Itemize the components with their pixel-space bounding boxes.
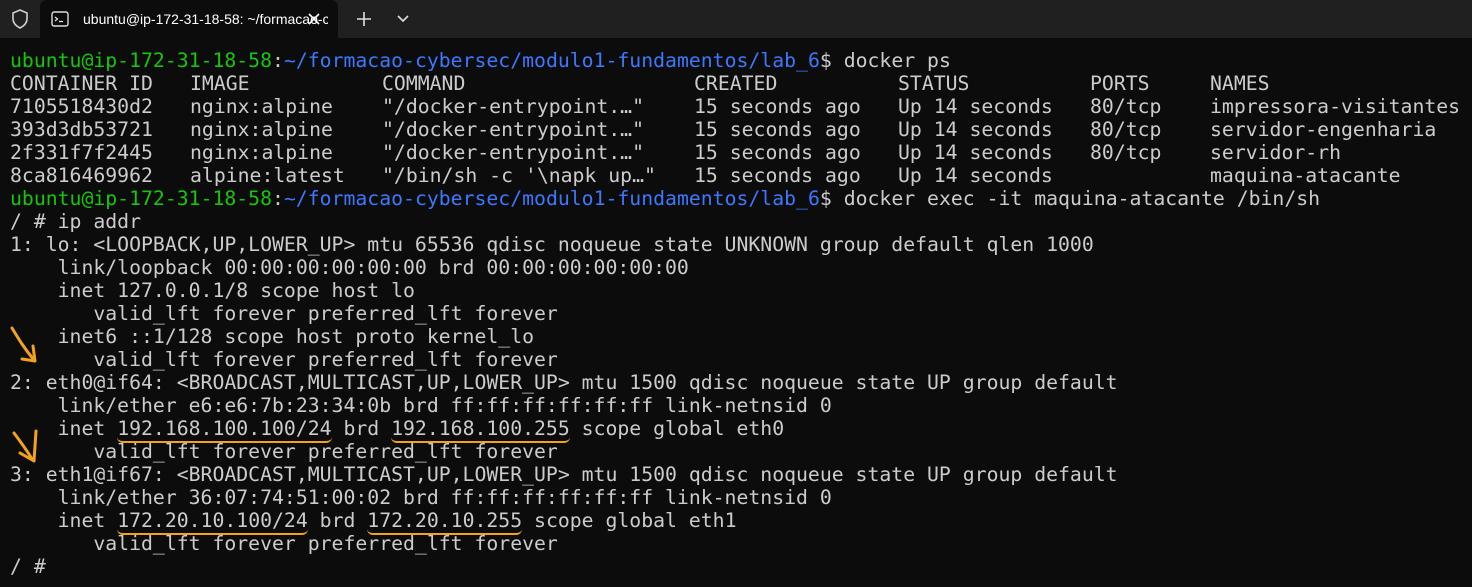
command-text: docker exec -it maquina-atacante /bin/sh (843, 187, 1321, 210)
shell-command: / # ip addr (10, 210, 142, 233)
iface-eth0-inet: inet 192.168.100.100/24 brd 192.168.100.… (10, 417, 1472, 443)
terminal-tab[interactable]: ubuntu@ip-172-31-18-58: ~/formacao-cyber… (40, 0, 338, 38)
iface-eth1-valid: valid_lft forever preferred_lft forever (10, 532, 558, 555)
iface-eth1-link: link/ether 36:07:74:51:00:02 brd ff:ff:f… (10, 486, 832, 509)
iface-eth1-header: 3: eth1@if67: <BROADCAST,MULTICAST,UP,LO… (10, 463, 1118, 486)
shield-icon[interactable] (9, 8, 31, 30)
iface-eth0-link: link/ether e6:e6:7b:23:34:0b brd ff:ff:f… (10, 394, 832, 417)
iface-lo-inet6: inet6 ::1/128 scope host proto kernel_lo (10, 325, 535, 348)
prompt-path: ~/formacao-cybersec/modulo1-fundamentos/… (283, 187, 820, 210)
iface-eth1-inet: inet 172.20.10.100/24 brd 172.20.10.255 … (10, 509, 1472, 535)
chevron-down-icon (397, 15, 409, 23)
prompt-line: ubuntu@ip-172-31-18-58:~/formacao-cybers… (10, 187, 1321, 210)
iface-lo-valid: valid_lft forever preferred_lft forever (10, 302, 558, 325)
close-icon[interactable] (305, 10, 323, 28)
tab-dropdown-button[interactable] (394, 9, 412, 29)
annotation-arrow-icon (12, 429, 38, 463)
iface-lo-inet: inet 127.0.0.1/8 scope host lo (10, 279, 415, 302)
new-tab-button[interactable] (354, 9, 374, 29)
tab-bar: ubuntu@ip-172-31-18-58: ~/formacao-cyber… (0, 0, 1472, 38)
iface-eth0-header: 2: eth0@if64: <BROADCAST,MULTICAST,UP,LO… (10, 371, 1118, 394)
tab-title: ubuntu@ip-172-31-18-58: ~/formacao-cyber… (83, 11, 328, 27)
table-row: 2f331f7f2445 nginx:alpine "/docker-entrypo… (10, 141, 1342, 164)
table-row: 8ca816469962 alpine:latest "/bin/sh -c '\n… (10, 164, 1401, 187)
table-row: 7105518430d2 nginx:alpine "/docker-entrypo… (10, 95, 1461, 118)
shell-prompt: / # (10, 555, 58, 578)
terminal-output[interactable]: ubuntu@ip-172-31-18-58:~/formacao-cybers… (10, 49, 1472, 578)
iface-eth0-valid: valid_lft forever preferred_lft forever (10, 440, 558, 463)
table-header: CONTAINER ID IMAGE COMMAND CREATED STATUS POR… (10, 72, 1270, 95)
command-text: docker ps (843, 49, 951, 72)
terminal-icon (51, 10, 69, 28)
table-row: 393d3db53721 nginx:alpine "/docker-entrypo… (10, 118, 1437, 141)
iface-lo-link: link/loopback 00:00:00:00:00:00 brd 00:0… (10, 256, 689, 279)
prompt-user-host: ubuntu@ip-172-31-18-58 (10, 49, 273, 72)
plus-icon (357, 12, 371, 26)
annotation-arrow-icon (10, 326, 37, 363)
prompt-user-host: ubuntu@ip-172-31-18-58 (10, 187, 273, 210)
prompt-line: ubuntu@ip-172-31-18-58:~/formacao-cybers… (10, 49, 951, 72)
prompt-path: ~/formacao-cybersec/modulo1-fundamentos/… (283, 49, 820, 72)
iface-lo-valid: valid_lft forever preferred_lft forever (10, 348, 558, 371)
iface-lo-header: 1: lo: <LOOPBACK,UP,LOWER_UP> mtu 65536 … (10, 233, 1094, 256)
